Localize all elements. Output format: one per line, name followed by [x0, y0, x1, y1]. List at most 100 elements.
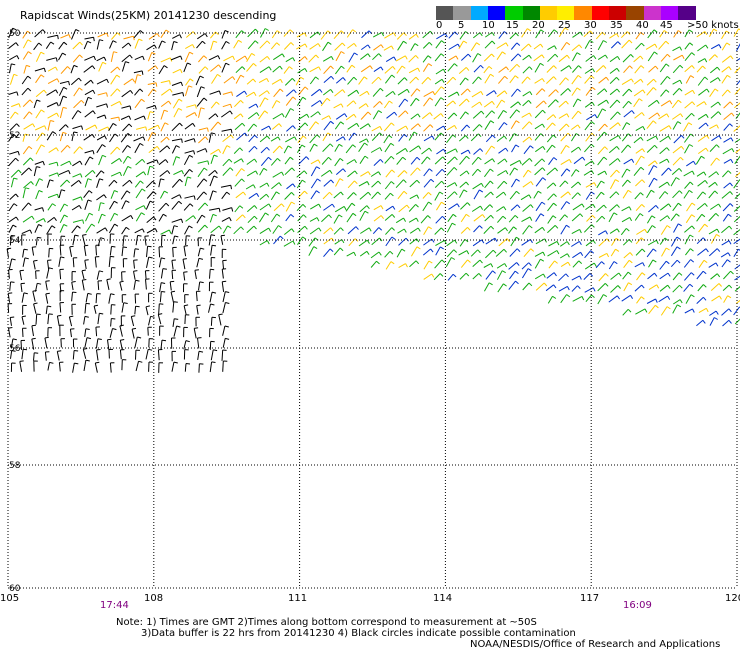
wind-barb-tick	[92, 170, 96, 174]
wind-barb-tick	[268, 156, 272, 161]
wind-barb	[109, 362, 112, 373]
wind-barb-tick	[318, 203, 322, 208]
wind-barb-tick	[677, 202, 682, 207]
wind-barb	[571, 240, 580, 247]
wind-barb	[410, 123, 419, 130]
wind-barb-tick	[479, 259, 483, 264]
wind-barb	[595, 65, 604, 73]
wind-barb-tick	[218, 64, 222, 69]
wind-barb-tick	[452, 273, 457, 278]
wind-barb	[284, 156, 291, 165]
wind-barb	[609, 55, 618, 63]
wind-barb	[610, 272, 620, 280]
wind-barb	[534, 258, 541, 269]
wind-barb-tick	[716, 66, 721, 71]
wind-barb-tick	[606, 253, 610, 258]
wind-barb-tick	[551, 144, 556, 148]
wind-barb-tick	[692, 308, 695, 313]
wind-barb-tick	[729, 203, 734, 207]
wind-barb	[160, 122, 166, 132]
wind-barb-tick	[666, 53, 671, 58]
wind-barb-tick	[244, 90, 248, 95]
wind-barb	[683, 283, 691, 292]
wind-barb	[34, 67, 45, 72]
wind-barb-tick	[668, 167, 672, 172]
wind-barb-tick	[202, 40, 206, 45]
wind-barb-tick	[505, 42, 509, 47]
wind-barb	[60, 236, 62, 246]
wind-barb-tick	[528, 194, 532, 199]
wind-barb-tick	[514, 167, 518, 171]
wind-barb	[133, 260, 135, 269]
wind-barb	[686, 202, 693, 212]
wind-barb	[422, 42, 430, 49]
wind-barb-tick	[129, 90, 134, 94]
wind-barb	[721, 89, 728, 97]
wind-barb	[119, 340, 123, 350]
wind-barb	[511, 144, 517, 153]
wind-barb-tick	[715, 213, 720, 217]
wind-barb	[522, 66, 530, 74]
wind-barb-tick	[369, 65, 373, 70]
wind-barb	[323, 65, 331, 75]
wind-barb	[60, 179, 68, 187]
wind-barb	[384, 66, 394, 74]
wind-barb-tick	[318, 66, 322, 71]
wind-barb	[609, 122, 619, 130]
wind-barb	[94, 256, 97, 268]
wind-barb-tick	[63, 224, 68, 227]
wind-barb	[83, 316, 86, 325]
wind-barb-tick	[215, 113, 219, 118]
wind-barb	[696, 171, 705, 177]
wind-barb	[196, 97, 205, 107]
wind-barb	[423, 135, 433, 142]
wind-barb	[610, 111, 618, 121]
wind-barb-tick	[327, 41, 332, 45]
wind-barb-tick	[630, 295, 634, 299]
wind-barb	[398, 237, 407, 246]
wind-barb-tick	[164, 190, 169, 194]
wind-barb-tick	[338, 143, 343, 147]
wind-barb	[258, 77, 267, 84]
wind-barb-tick	[552, 134, 557, 139]
wind-barb	[346, 213, 354, 223]
wind-barb	[447, 63, 455, 72]
wind-barb	[71, 292, 73, 302]
wind-barb	[360, 65, 371, 73]
wind-barb-tick	[418, 145, 422, 150]
wind-barb-tick	[8, 292, 13, 294]
wind-barb-tick	[342, 89, 346, 94]
wind-barb	[722, 170, 729, 178]
wind-barb-tick	[367, 53, 371, 58]
wind-barb	[223, 55, 234, 62]
wind-barb-tick	[463, 189, 468, 193]
wind-barb	[130, 316, 135, 327]
wind-barb-tick	[617, 122, 621, 127]
wind-barb	[260, 156, 269, 167]
wind-barb-tick	[338, 214, 343, 218]
wind-barb	[320, 169, 331, 177]
wind-barb	[558, 54, 568, 63]
wind-barb-tick	[654, 144, 658, 149]
wind-barb	[459, 189, 465, 198]
wind-barb-tick	[63, 214, 68, 218]
wind-barb	[110, 66, 118, 74]
wind-barb	[659, 237, 666, 245]
wind-barb	[144, 270, 147, 280]
wind-barb-tick	[213, 175, 218, 178]
wind-barb	[546, 114, 554, 121]
wind-barb	[598, 273, 606, 282]
wind-barb-tick	[714, 54, 718, 58]
wind-barb-tick	[278, 182, 282, 187]
wind-barb	[346, 159, 355, 165]
wind-barb-tick	[390, 181, 395, 185]
wind-barb-tick	[179, 194, 182, 199]
wind-barb-tick	[664, 191, 669, 195]
wind-barbs	[6, 27, 740, 373]
wind-barb-tick	[125, 200, 130, 203]
wind-barb-tick	[380, 159, 384, 163]
wind-barb-tick	[110, 255, 115, 258]
wind-barb-tick	[281, 203, 285, 208]
wind-barb-tick	[555, 89, 559, 93]
wind-barb-tick	[692, 90, 696, 94]
